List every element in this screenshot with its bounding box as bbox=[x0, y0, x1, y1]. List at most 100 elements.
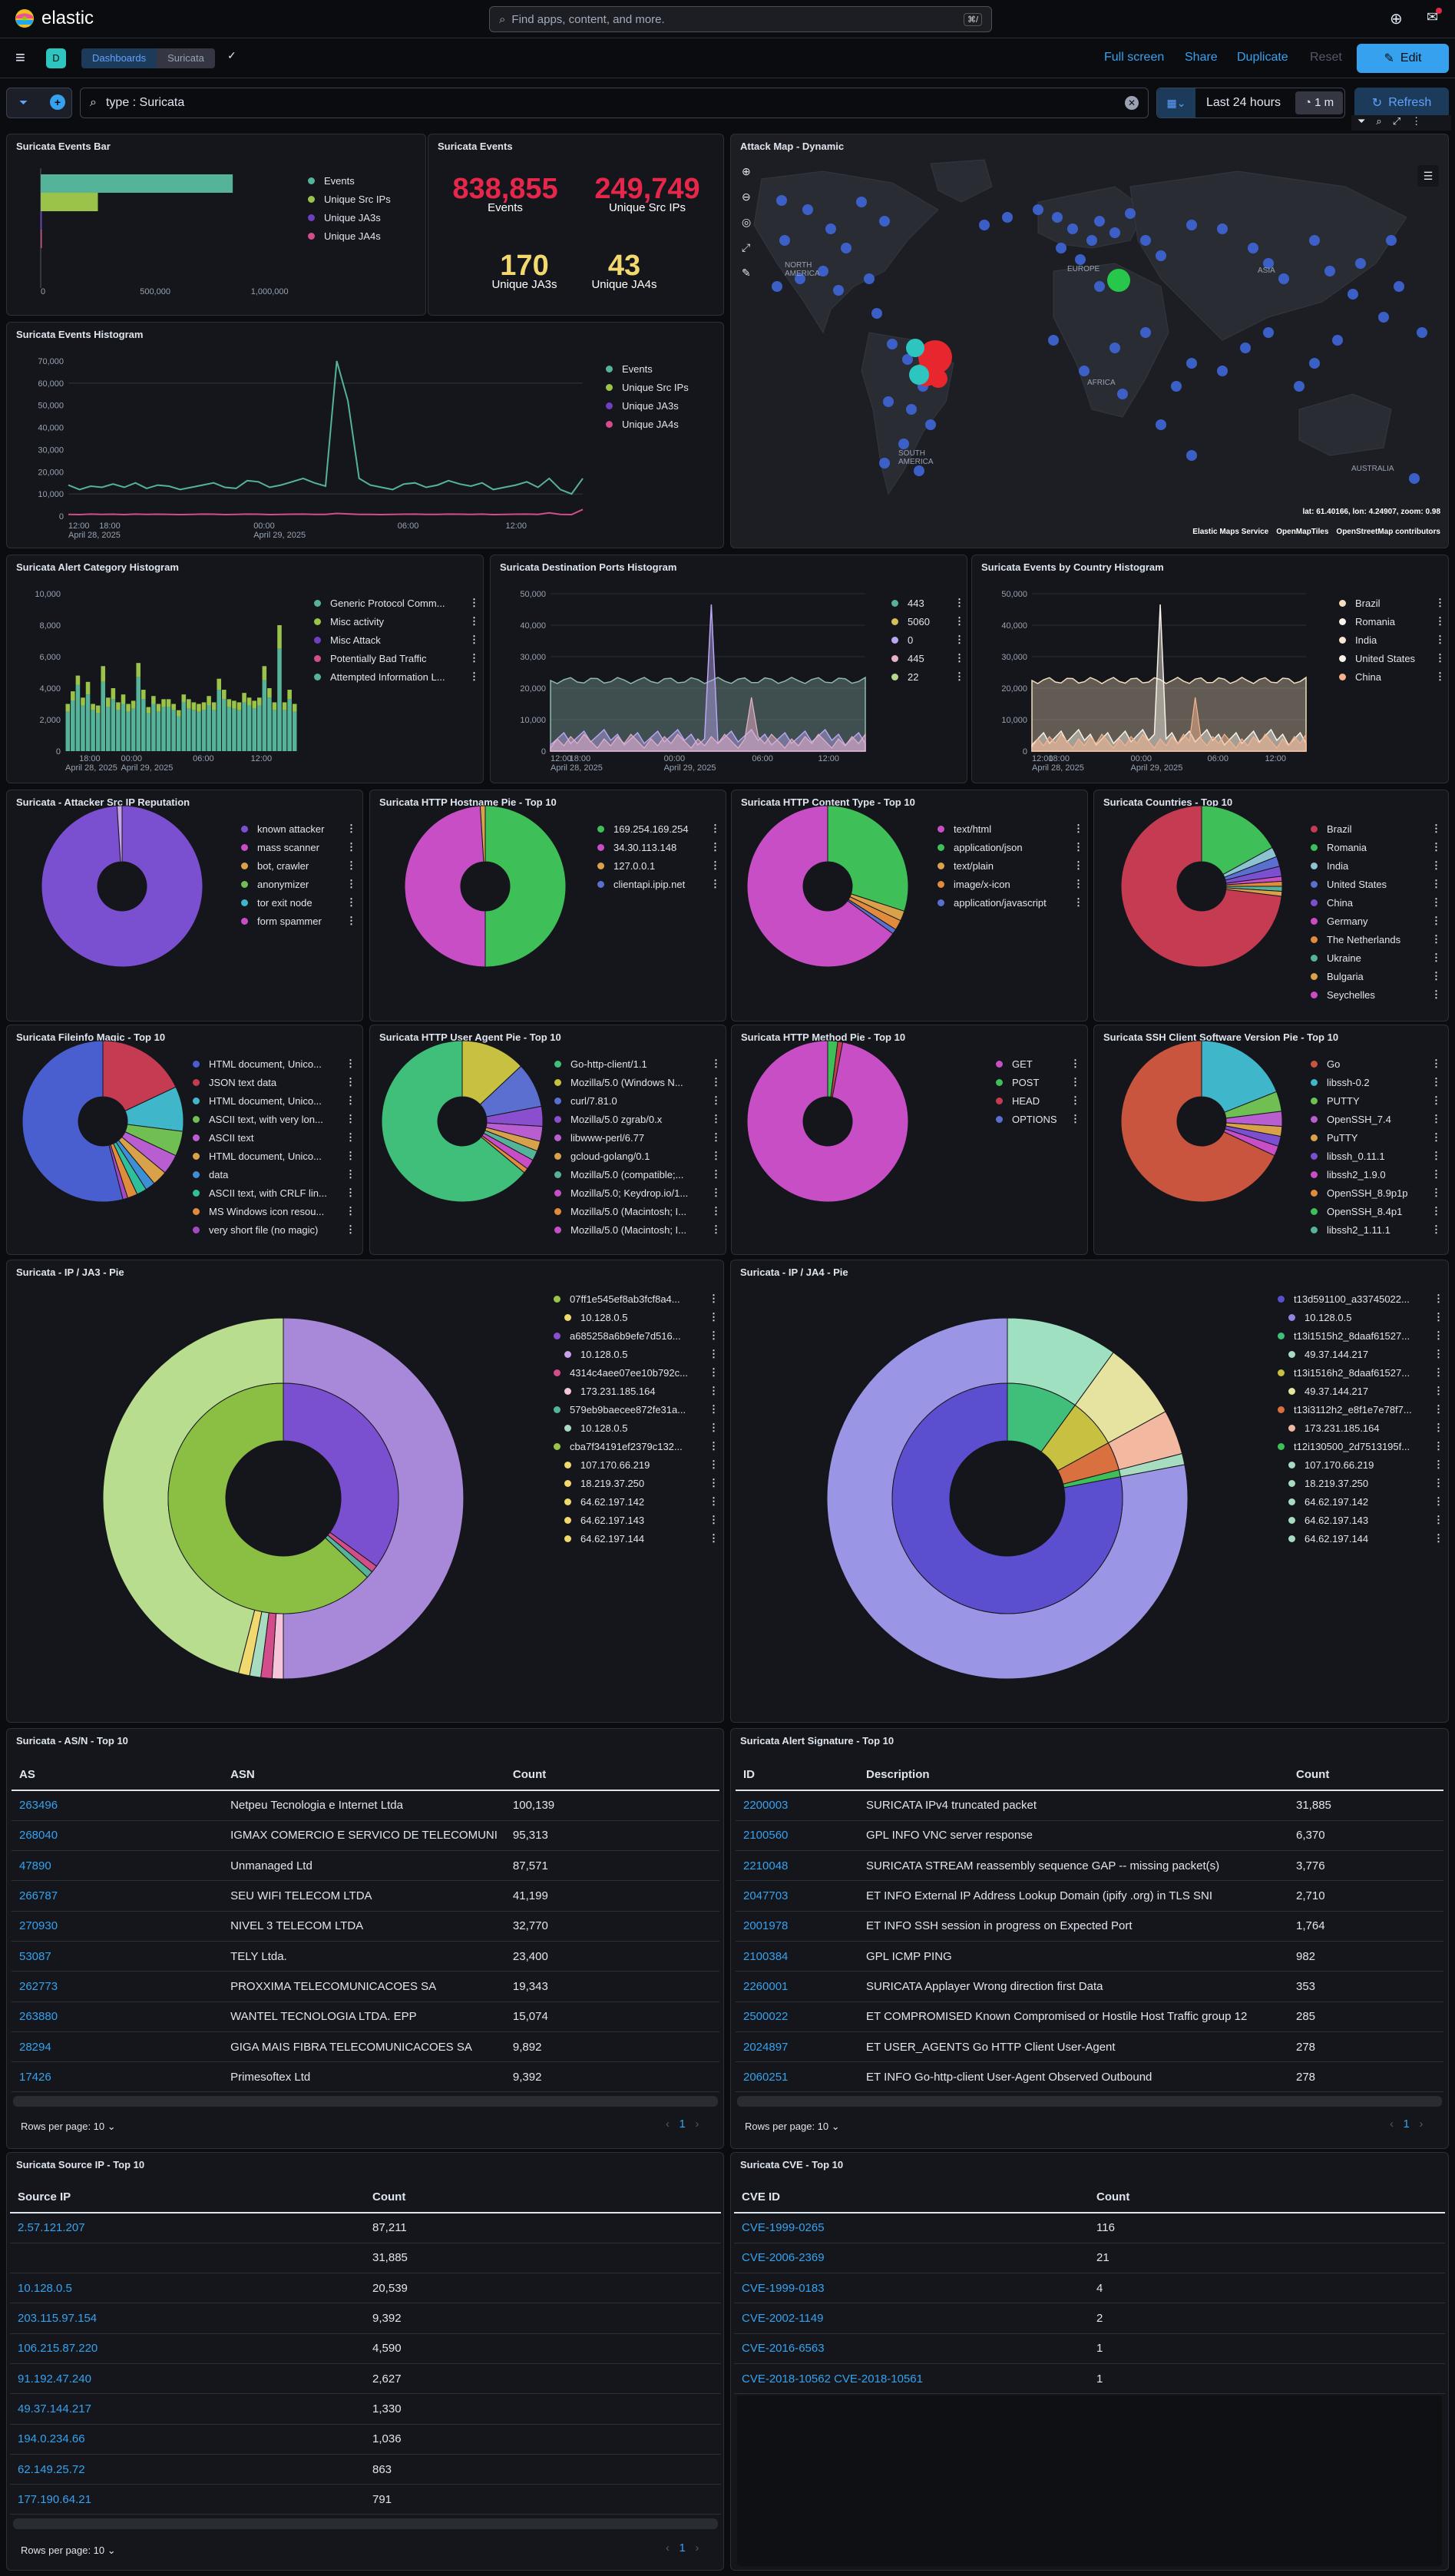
legend-item[interactable]: Seychelles ⋮ bbox=[1311, 985, 1441, 1004]
legend-menu-icon[interactable]: ⋮ bbox=[704, 1532, 719, 1545]
legend-menu-icon[interactable]: ⋮ bbox=[706, 1223, 721, 1236]
legend-item[interactable]: GET ⋮ bbox=[996, 1055, 1080, 1073]
legend-item[interactable]: t13i3112h2_e8f1e7e78f7... ⋮ bbox=[1278, 1400, 1443, 1419]
rows-per-page[interactable]: Rows per page: 10 ⌄ bbox=[745, 2121, 840, 2133]
legend-item[interactable]: 579eb9baecee872fe31a... ⋮ bbox=[554, 1400, 719, 1419]
legend-item[interactable]: Mozilla/5.0 (compatible;... ⋮ bbox=[554, 1165, 721, 1184]
help-icon[interactable]: ⊕ bbox=[1390, 9, 1403, 28]
panel-menu-icon[interactable]: ⋮ bbox=[1411, 115, 1421, 131]
legend-menu-icon[interactable]: ⋮ bbox=[1069, 859, 1083, 872]
fullscreen-button[interactable]: Full screen bbox=[1104, 51, 1164, 65]
legend-menu-icon[interactable]: ⋮ bbox=[1427, 823, 1441, 835]
legend-menu-icon[interactable]: ⋮ bbox=[1429, 1329, 1443, 1342]
table-scrollbar[interactable] bbox=[13, 2518, 718, 2529]
legend-item[interactable]: OpenSSH_8.4p1 ⋮ bbox=[1311, 1202, 1441, 1220]
table-cell[interactable]: 28294 bbox=[12, 2031, 223, 2063]
legend-item[interactable]: Romania ⋮ bbox=[1311, 838, 1441, 856]
legend-item[interactable]: data ⋮ bbox=[193, 1165, 355, 1184]
table-cell[interactable]: 2200003 bbox=[736, 1790, 858, 1821]
legend-menu-icon[interactable]: ⋮ bbox=[950, 652, 964, 664]
legend-menu-icon[interactable]: ⋮ bbox=[465, 634, 479, 646]
legend-item[interactable]: 169.254.169.254 ⋮ bbox=[597, 819, 720, 838]
legend-menu-icon[interactable]: ⋮ bbox=[1429, 1459, 1443, 1471]
legend-item[interactable]: HEAD ⋮ bbox=[996, 1091, 1080, 1110]
legend-item[interactable]: anonymizer ⋮ bbox=[241, 875, 356, 893]
legend-menu-icon[interactable]: ⋮ bbox=[342, 823, 356, 835]
legend-menu-icon[interactable]: ⋮ bbox=[341, 1076, 355, 1088]
space-avatar[interactable]: D bbox=[46, 48, 66, 68]
table-cell[interactable]: 2024897 bbox=[736, 2031, 858, 2063]
legend-item[interactable]: 49.37.144.217 ⋮ bbox=[1278, 1382, 1443, 1400]
legend-menu-icon[interactable]: ⋮ bbox=[1430, 652, 1445, 664]
legend-item[interactable]: 443 ⋮ bbox=[891, 594, 964, 612]
legend-menu-icon[interactable]: ⋮ bbox=[1427, 859, 1441, 872]
legend-menu-icon[interactable]: ⋮ bbox=[1429, 1403, 1443, 1415]
legend-item[interactable]: HTML document, Unico... ⋮ bbox=[193, 1147, 355, 1165]
legend-item[interactable]: t12i130500_2d7513195f... ⋮ bbox=[1278, 1437, 1443, 1455]
column-header[interactable]: ASN bbox=[223, 1760, 505, 1791]
table-cell[interactable]: 2.57.121.207 bbox=[10, 2213, 365, 2243]
table-cell[interactable]: 2100560 bbox=[736, 1820, 858, 1852]
legend-item[interactable]: 18.219.37.250 ⋮ bbox=[554, 1474, 719, 1492]
legend-item[interactable]: curl/7.81.0 ⋮ bbox=[554, 1091, 721, 1110]
legend-item[interactable]: text/html ⋮ bbox=[937, 819, 1083, 838]
table-cell[interactable]: 270930 bbox=[12, 1911, 223, 1942]
prev-page-icon[interactable]: ‹ bbox=[1390, 2117, 1394, 2131]
column-header[interactable]: Count bbox=[1288, 1760, 1443, 1791]
legend-menu-icon[interactable]: ⋮ bbox=[1430, 597, 1445, 609]
legend-menu-icon[interactable]: ⋮ bbox=[342, 878, 356, 890]
search-tool-icon[interactable]: ⌕ bbox=[1376, 115, 1381, 131]
reset-view-icon[interactable]: ◎ bbox=[742, 216, 751, 229]
world-map[interactable] bbox=[731, 156, 1449, 548]
table-scrollbar[interactable] bbox=[13, 2096, 718, 2107]
duplicate-button[interactable]: Duplicate bbox=[1237, 51, 1288, 65]
ja4-sunburst[interactable] bbox=[731, 1276, 1284, 1721]
legend-menu-icon[interactable]: ⋮ bbox=[1427, 1168, 1441, 1180]
legend-menu-icon[interactable]: ⋮ bbox=[1427, 1150, 1441, 1162]
legend-item[interactable]: 10.128.0.5 ⋮ bbox=[1278, 1308, 1443, 1326]
legend-item[interactable]: ASCII text, with CRLF lin... ⋮ bbox=[193, 1184, 355, 1202]
legend-menu-icon[interactable]: ⋮ bbox=[1427, 988, 1441, 1001]
legend-item[interactable]: United States ⋮ bbox=[1339, 649, 1445, 667]
legend-item[interactable]: Unique JA4s bbox=[606, 415, 721, 433]
method-donut[interactable] bbox=[732, 1033, 962, 1255]
date-picker[interactable]: ▦⌄ Last 24 hours ◔ 1 m bbox=[1156, 88, 1345, 118]
legend-item[interactable]: Unique Src IPs bbox=[308, 190, 423, 208]
rows-per-page[interactable]: Rows per page: 10 ⌄ bbox=[21, 2545, 116, 2557]
legend-menu-icon[interactable]: ⋮ bbox=[341, 1131, 355, 1144]
legend-menu-icon[interactable]: ⋮ bbox=[1429, 1385, 1443, 1397]
legend-menu-icon[interactable]: ⋮ bbox=[1430, 634, 1445, 646]
filter-tool-icon[interactable]: ⏷ bbox=[1357, 115, 1365, 131]
legend-menu-icon[interactable]: ⋮ bbox=[706, 1058, 721, 1070]
draw-tool-icon[interactable]: ✎ bbox=[742, 267, 751, 280]
legend-item[interactable]: ASCII text ⋮ bbox=[193, 1128, 355, 1147]
legend-menu-icon[interactable]: ⋮ bbox=[1429, 1532, 1443, 1545]
legend-menu-icon[interactable]: ⋮ bbox=[1427, 1094, 1441, 1107]
legend-item[interactable]: ASCII text, with very lon... ⋮ bbox=[193, 1110, 355, 1128]
legend-item[interactable]: tor exit node ⋮ bbox=[241, 893, 356, 912]
calendar-icon[interactable]: ▦⌄ bbox=[1157, 88, 1195, 118]
elastic-logo[interactable]: elastic bbox=[14, 8, 94, 29]
legend-item[interactable]: 64.62.197.144 ⋮ bbox=[1278, 1529, 1443, 1548]
legend-menu-icon[interactable]: ⋮ bbox=[1429, 1495, 1443, 1508]
legend-item[interactable]: Unique JA3s bbox=[606, 396, 721, 415]
legend-menu-icon[interactable]: ⋮ bbox=[706, 1205, 721, 1217]
table-cell[interactable]: CVE-1999-0183 bbox=[734, 2273, 1089, 2304]
legend-item[interactable]: Mozilla/5.0 (Macintosh; I... ⋮ bbox=[554, 1202, 721, 1220]
legend-item[interactable]: 64.62.197.143 ⋮ bbox=[1278, 1511, 1443, 1529]
legend-item[interactable]: Bulgaria ⋮ bbox=[1311, 967, 1441, 985]
table-cell[interactable]: CVE-1999-0265 bbox=[734, 2213, 1089, 2243]
legend-item[interactable]: United States ⋮ bbox=[1311, 875, 1441, 893]
legend-item[interactable]: image/x-icon ⋮ bbox=[937, 875, 1083, 893]
legend-item[interactable]: mass scanner ⋮ bbox=[241, 838, 356, 856]
legend-menu-icon[interactable]: ⋮ bbox=[1069, 823, 1083, 835]
legend-menu-icon[interactable]: ⋮ bbox=[704, 1477, 719, 1489]
ja3-sunburst[interactable] bbox=[7, 1276, 560, 1721]
legend-menu-icon[interactable]: ⋮ bbox=[704, 1348, 719, 1360]
legend-item[interactable]: clientapi.ipip.net ⋮ bbox=[597, 875, 720, 893]
legend-menu-icon[interactable]: ⋮ bbox=[1427, 878, 1441, 890]
table-cell[interactable] bbox=[10, 2243, 365, 2274]
table-cell[interactable]: 47890 bbox=[12, 1850, 223, 1882]
legend-menu-icon[interactable]: ⋮ bbox=[706, 878, 720, 890]
legend-item[interactable]: 445 ⋮ bbox=[891, 649, 964, 667]
